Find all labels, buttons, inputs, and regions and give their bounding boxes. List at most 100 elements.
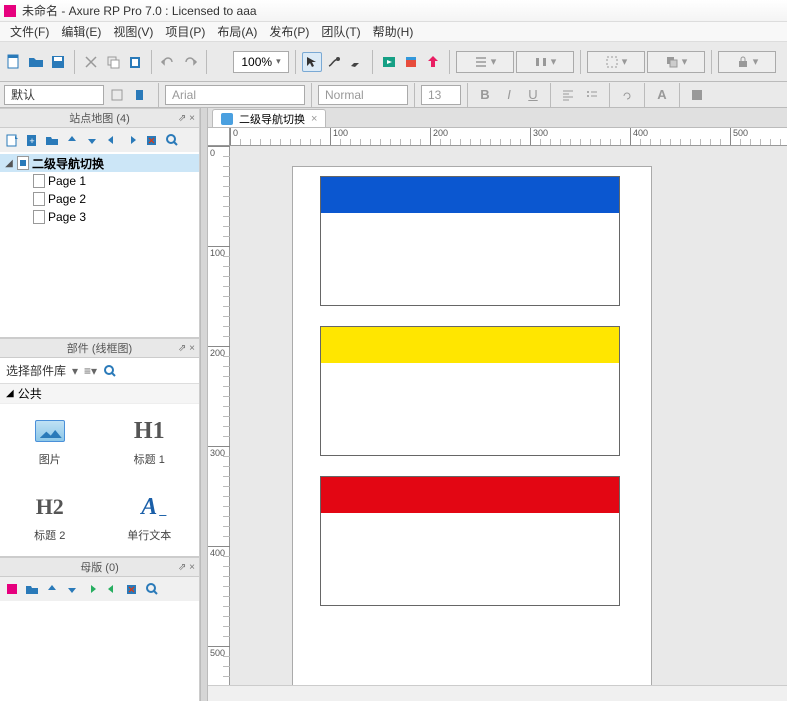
tree-page[interactable]: Page 3 [0,208,199,226]
canvas-scrollbar-h[interactable] [208,685,787,701]
distribute-dropdown[interactable]: ▾ [516,51,574,73]
widgets-panel-header[interactable]: 部件 (线框图) ⇗ × [0,338,199,358]
add-folder-icon[interactable] [44,132,60,148]
masters-right-icon[interactable] [104,581,120,597]
add-master-icon[interactable] [4,581,20,597]
canvas-shape-yellow[interactable] [320,326,620,456]
masters-delete-icon[interactable] [124,581,140,597]
h1-widget-icon: H1 [134,418,165,445]
outdent-icon[interactable] [104,132,120,148]
image-widget-icon [35,420,65,442]
search-widgets-icon[interactable] [103,364,117,378]
share-icon[interactable] [423,52,443,72]
delete-page-icon[interactable] [144,132,160,148]
publish-icon[interactable] [401,52,421,72]
menu-project[interactable]: 项目(P) [159,23,211,40]
move-down-icon[interactable] [84,132,100,148]
canvas-shape-red[interactable] [320,476,620,606]
masters-left-icon[interactable] [84,581,100,597]
italic-button[interactable]: I [498,85,520,105]
style-copy-icon[interactable] [106,85,128,105]
open-file-icon[interactable] [26,52,46,72]
sitemap-tree: ◢ 二级导航切换 Page 1 Page 2 Page 3 [0,152,199,338]
connector-mode-icon[interactable] [324,52,344,72]
document-tab[interactable]: 二级导航切换 × [212,109,326,127]
paragraph-style-select[interactable]: Normal [318,85,408,105]
widget-library-select[interactable]: 选择部件库 ▾ ≡▾ [0,358,199,384]
font-size-select[interactable]: 13 [421,85,461,105]
preview-icon[interactable] [379,52,399,72]
menu-view[interactable]: 视图(V) [107,23,159,40]
add-page-icon[interactable] [4,132,20,148]
widget-h2[interactable]: H2 标题 2 [0,480,100,556]
tree-root-page[interactable]: ◢ 二级导航切换 [0,154,199,172]
design-canvas[interactable] [230,146,787,685]
menubar: 文件(F) 编辑(E) 视图(V) 项目(P) 布局(A) 发布(P) 团队(T… [0,22,787,42]
copy-icon[interactable] [103,52,123,72]
widgets-panel: 选择部件库 ▾ ≡▾ ◢公共 图片 H1 标题 1 H2 标题 2 [0,358,199,557]
menu-edit[interactable]: 编辑(E) [55,23,107,40]
move-up-icon[interactable] [64,132,80,148]
fill-color-icon[interactable] [686,85,708,105]
lock-dropdown[interactable]: ▾ [718,51,776,73]
align-dropdown[interactable]: ▾ [456,51,514,73]
zoom-input[interactable]: 100%▾ [233,51,289,73]
add-child-page-icon[interactable]: + [24,132,40,148]
panel-collapse-icon[interactable]: ⇗ × [178,562,195,573]
style-paste-icon[interactable] [130,85,152,105]
ruler-vertical: 0100200300400500 [208,146,230,685]
style-select[interactable]: 默认 [4,85,104,105]
page-icon [17,156,29,170]
menu-publish[interactable]: 发布(P) [263,23,315,40]
panel-resize-handle[interactable] [200,108,208,701]
bold-button[interactable]: B [474,85,496,105]
tree-page[interactable]: Page 1 [0,172,199,190]
sitemap-panel-header[interactable]: 站点地图 (4) ⇗ × [0,108,199,128]
link-icon[interactable] [616,85,638,105]
window-titlebar: 未命名 - Axure RP Pro 7.0 : Licensed to aaa [0,0,787,22]
masters-down-icon[interactable] [64,581,80,597]
menu-file[interactable]: 文件(F) [4,23,55,40]
font-family-select[interactable]: Arial [165,85,305,105]
align-left-icon[interactable] [557,85,579,105]
font-color-icon[interactable]: A [651,85,673,105]
cut-icon[interactable] [81,52,101,72]
tree-collapse-icon[interactable]: ◢ [4,158,14,169]
order-dropdown[interactable]: ▾ [647,51,705,73]
main-area: 站点地图 (4) ⇗ × + ◢ 二级导航切换 Page 1 [0,108,787,701]
menu-help[interactable]: 帮助(H) [367,23,420,40]
widget-h1[interactable]: H1 标题 1 [100,404,200,480]
left-panels: 站点地图 (4) ⇗ × + ◢ 二级导航切换 Page 1 [0,108,200,701]
canvas-area: 二级导航切换 × 0100200300400500 01002003004005… [208,108,787,701]
save-icon[interactable] [48,52,68,72]
paste-icon[interactable] [125,52,145,72]
widget-image[interactable]: 图片 [0,404,100,480]
pen-mode-icon[interactable] [346,52,366,72]
sitemap-toolbar: + [0,128,199,152]
tree-page[interactable]: Page 2 [0,190,199,208]
undo-icon[interactable] [158,52,178,72]
widget-textline[interactable]: A 单行文本 [100,480,200,556]
window-title: 未命名 - Axure RP Pro 7.0 : Licensed to aaa [22,2,257,19]
masters-search-icon[interactable] [144,581,160,597]
menu-team[interactable]: 团队(T) [315,23,366,40]
select-mode-icon[interactable] [302,52,322,72]
panel-collapse-icon[interactable]: ⇗ × [178,113,195,124]
masters-up-icon[interactable] [44,581,60,597]
underline-button[interactable]: U [522,85,544,105]
add-folder-icon[interactable] [24,581,40,597]
widget-menu-icon[interactable]: ≡▾ [84,364,97,378]
page-icon [33,174,45,188]
group-dropdown[interactable]: ▾ [587,51,645,73]
widget-category[interactable]: ◢公共 [0,384,199,404]
panel-collapse-icon[interactable]: ⇗ × [178,343,195,354]
menu-arrange[interactable]: 布局(A) [211,23,263,40]
redo-icon[interactable] [180,52,200,72]
new-file-icon[interactable] [4,52,24,72]
bullets-icon[interactable] [581,85,603,105]
close-tab-icon[interactable]: × [311,113,317,125]
masters-panel-header[interactable]: 母版 (0) ⇗ × [0,557,199,577]
search-pages-icon[interactable] [164,132,180,148]
canvas-shape-blue[interactable] [320,176,620,306]
indent-icon[interactable] [124,132,140,148]
